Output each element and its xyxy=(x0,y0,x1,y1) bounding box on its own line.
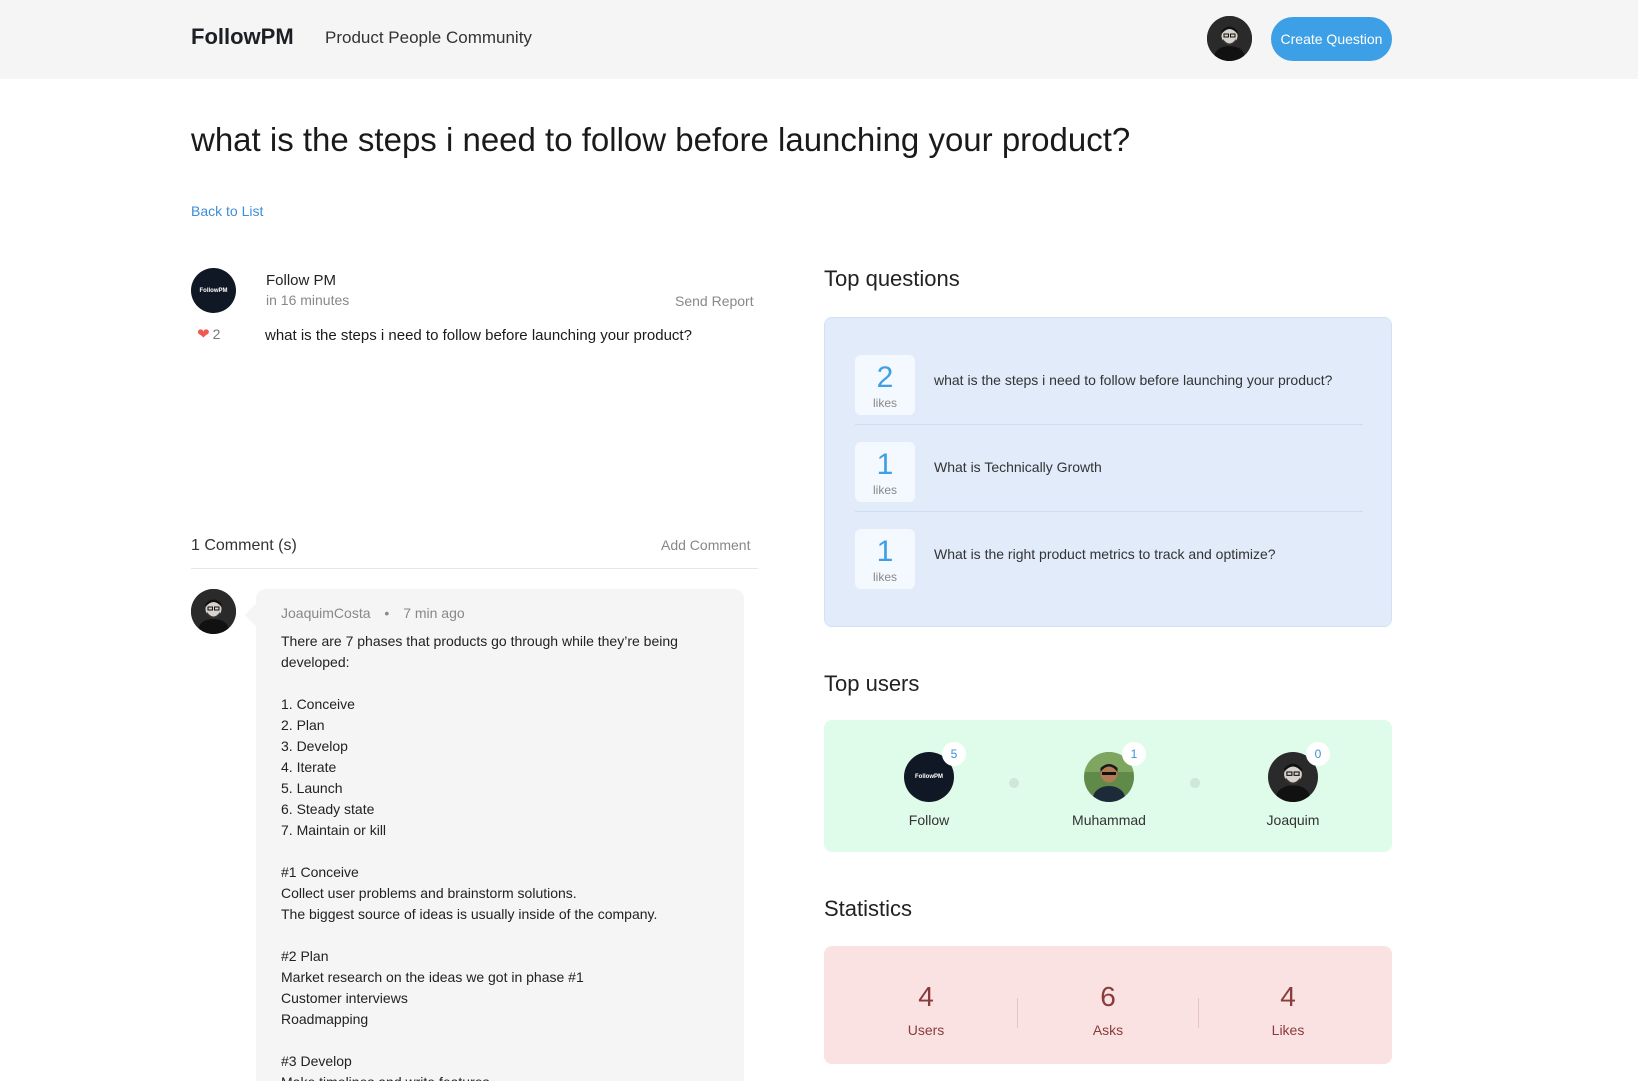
meta-separator: • xyxy=(384,605,390,621)
top-question-link[interactable]: What is the right product metrics to tra… xyxy=(934,545,1334,563)
likes-box: 1 likes xyxy=(855,442,915,502)
likes-count: 2 xyxy=(876,361,894,394)
add-comment-link[interactable]: Add Comment xyxy=(661,537,750,553)
stat-value: 6 xyxy=(1100,981,1116,1012)
stat-asks: 6 Asks xyxy=(1048,981,1168,1039)
comment-time: 7 min ago xyxy=(403,605,465,621)
comment-meta: JoaquimCosta • 7 min ago xyxy=(281,605,465,621)
user-avatar[interactable] xyxy=(1207,16,1252,61)
top-users-title: Top users xyxy=(824,671,920,696)
site-tagline: Product People Community xyxy=(325,28,532,47)
question-body: what is the steps i need to follow befor… xyxy=(265,327,692,344)
brand-logo[interactable]: FollowPM xyxy=(191,24,294,50)
top-user[interactable]: 0 Joaquim xyxy=(1238,742,1348,828)
top-user-name: Joaquim xyxy=(1266,812,1320,828)
top-user-avatar: 0 xyxy=(1268,742,1330,808)
stat-divider xyxy=(1017,998,1018,1028)
divider xyxy=(191,568,758,569)
statistics-title: Statistics xyxy=(824,896,913,921)
top-user-avatar: 1 xyxy=(1084,742,1146,810)
top-user[interactable]: FollowPM 5 Follow xyxy=(874,742,984,828)
top-user-avatar-logo: FollowPM xyxy=(915,774,943,780)
top-user-avatar: FollowPM 5 xyxy=(904,742,966,802)
back-to-list-link[interactable]: Back to List xyxy=(191,203,263,219)
stat-users: 4 Users xyxy=(866,981,986,1039)
comment-author[interactable]: JoaquimCosta xyxy=(281,605,371,621)
separator-dot xyxy=(1009,778,1019,788)
top-question-link[interactable]: what is the steps i need to follow befor… xyxy=(934,371,1334,389)
top-question-link[interactable]: What is Technically Growth xyxy=(934,458,1334,476)
question-time: in 16 minutes xyxy=(266,292,350,308)
question-like-count: 2 xyxy=(212,326,221,342)
top-user-name: Muhammad xyxy=(1072,812,1146,828)
stat-label: Users xyxy=(907,1022,945,1038)
create-question-button[interactable]: Create Question xyxy=(1271,17,1392,61)
comment-card: JoaquimCosta • 7 min ago There are 7 pha… xyxy=(256,589,744,1081)
heart-icon: ❤ xyxy=(197,326,210,343)
stat-label: Asks xyxy=(1092,1022,1124,1038)
separator-dot xyxy=(1190,778,1200,788)
user-count-badge: 5 xyxy=(942,742,966,766)
user-avatar-image xyxy=(1207,16,1252,61)
stat-label: Likes xyxy=(1271,1022,1305,1038)
top-users-panel: FollowPM 5 Follow 1 Muhammad 0 Joaquim xyxy=(824,720,1392,852)
send-report-link[interactable]: Send Report xyxy=(675,293,754,309)
commenter-avatar[interactable] xyxy=(191,589,236,634)
top-navbar: FollowPM Product People Community Create… xyxy=(0,0,1638,79)
top-user-name: Follow xyxy=(908,812,950,828)
comments-count: 1 Comment (s) xyxy=(191,537,297,554)
stat-likes: 4 Likes xyxy=(1228,981,1348,1039)
likes-label: likes xyxy=(872,483,897,497)
stat-value: 4 xyxy=(918,981,934,1012)
top-questions-title: Top questions xyxy=(824,266,960,291)
stat-value: 4 xyxy=(1280,981,1296,1012)
likes-label: likes xyxy=(872,396,897,410)
top-question-item[interactable]: 2 likes what is the steps i need to foll… xyxy=(855,355,1363,425)
user-count-badge: 1 xyxy=(1122,742,1146,766)
statistics-panel: 4 Users 6 Asks 4 Likes xyxy=(824,946,1392,1064)
likes-box: 2 likes xyxy=(855,355,915,415)
top-question-item[interactable]: 1 likes What is Technically Growth xyxy=(855,442,1363,512)
likes-label: likes xyxy=(872,570,897,584)
likes-count: 1 xyxy=(876,535,894,568)
question-author[interactable]: Follow PM xyxy=(266,272,336,289)
likes-count: 1 xyxy=(876,448,894,481)
commenter-avatar-image xyxy=(191,589,236,634)
question-title: what is the steps i need to follow befor… xyxy=(191,121,1131,158)
top-questions-panel: 2 likes what is the steps i need to foll… xyxy=(824,317,1392,627)
user-count-badge: 0 xyxy=(1306,742,1330,766)
comment-text: There are 7 phases that products go thro… xyxy=(281,633,678,1081)
like-button[interactable]: ❤ 2 xyxy=(197,325,220,343)
author-avatar[interactable]: FollowPM xyxy=(191,268,236,313)
author-avatar-logo: FollowPM xyxy=(199,287,228,294)
top-question-item[interactable]: 1 likes What is the right product metric… xyxy=(855,529,1363,591)
likes-box: 1 likes xyxy=(855,529,915,589)
stat-divider xyxy=(1198,998,1199,1028)
top-user[interactable]: 1 Muhammad xyxy=(1054,742,1164,828)
